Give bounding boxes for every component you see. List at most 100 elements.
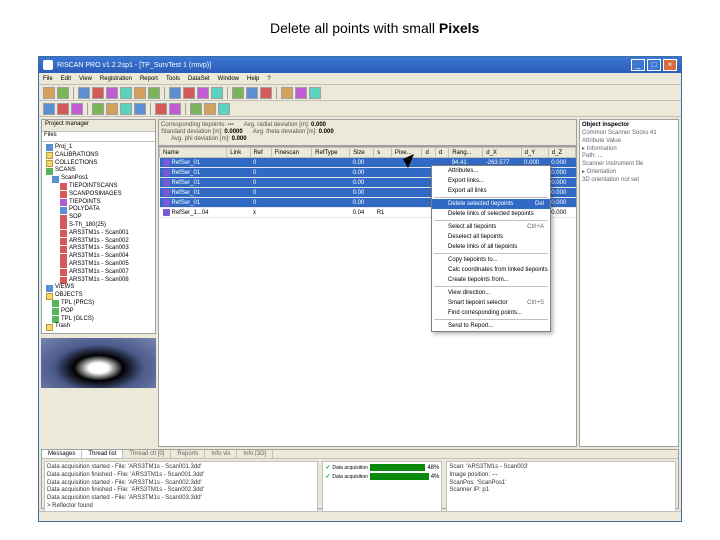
tool-icon[interactable] bbox=[260, 87, 272, 99]
tree-item[interactable]: ARS3TM1s - Scan007 bbox=[44, 269, 153, 277]
context-menu-item[interactable]: Copy tiepoints to... bbox=[432, 255, 550, 265]
tool-icon[interactable] bbox=[120, 87, 132, 99]
tiepoints-grid[interactable]: NameLinkRefFinescanRefTypeSizesPixe...dd… bbox=[158, 146, 577, 447]
tree-item[interactable]: Trash bbox=[44, 323, 153, 331]
tree-item[interactable]: ARS3TM1s - Scan003 bbox=[44, 245, 153, 253]
column-header[interactable]: Name bbox=[160, 148, 227, 158]
bottom-tab[interactable]: Messages bbox=[42, 450, 82, 458]
menu-item[interactable]: ? bbox=[267, 76, 270, 82]
tree-item[interactable]: ARS3TM1s - Scan004 bbox=[44, 253, 153, 261]
context-menu-item[interactable]: View direction... bbox=[432, 288, 550, 298]
tree-item[interactable]: ARS3TM1s - Scan005 bbox=[44, 261, 153, 269]
tree-item[interactable]: SOP bbox=[44, 214, 153, 222]
column-header[interactable]: Rang... bbox=[449, 148, 483, 158]
tree-item[interactable]: ScanPos1 bbox=[44, 175, 153, 183]
tree-item[interactable]: TPL (GLCS) bbox=[44, 316, 153, 324]
tree-item[interactable]: POP bbox=[44, 308, 153, 316]
tool-icon[interactable] bbox=[92, 87, 104, 99]
bottom-tab[interactable]: Thread ctl [0] bbox=[123, 450, 171, 458]
menu-item[interactable]: Window bbox=[218, 76, 239, 82]
tool-icon[interactable] bbox=[204, 103, 216, 115]
column-header[interactable]: Pixe... bbox=[391, 148, 422, 158]
tool-icon[interactable] bbox=[155, 103, 167, 115]
tool-icon[interactable] bbox=[106, 103, 118, 115]
tool-icon[interactable] bbox=[309, 87, 321, 99]
project-tree[interactable]: Proj_1CALIBRATIONSCOLLECTIONSSCANSScanPo… bbox=[42, 142, 155, 333]
context-menu-item[interactable]: Create tiepoints from... bbox=[432, 275, 550, 285]
tree-item[interactable]: SCANS bbox=[44, 167, 153, 175]
menu-item[interactable]: Help bbox=[247, 76, 259, 82]
tool-icon[interactable] bbox=[246, 87, 258, 99]
bottom-tab[interactable]: Info vis bbox=[205, 450, 237, 458]
tool-icon[interactable] bbox=[134, 103, 146, 115]
tool-icon[interactable] bbox=[57, 87, 69, 99]
tree-item[interactable]: Proj_1 bbox=[44, 144, 153, 152]
context-menu[interactable]: Attributes...Export links...Export all l… bbox=[431, 165, 551, 332]
close-button[interactable]: × bbox=[663, 59, 677, 71]
column-header[interactable]: d bbox=[435, 148, 448, 158]
tool-icon[interactable] bbox=[197, 87, 209, 99]
column-header[interactable]: d_Z bbox=[548, 148, 575, 158]
context-menu-item[interactable]: Attributes... bbox=[432, 166, 550, 176]
context-menu-item[interactable]: Select all tiepointsCtrl+A bbox=[432, 222, 550, 232]
tool-icon[interactable] bbox=[295, 87, 307, 99]
column-header[interactable]: d bbox=[422, 148, 435, 158]
bottom-tabs[interactable]: MessagesThread listThread ctl [0]Reports… bbox=[42, 450, 678, 459]
bottom-tab[interactable]: Info [3D] bbox=[237, 450, 273, 458]
context-menu-item[interactable]: Smart tiepoint selectorCtrl+S bbox=[432, 298, 550, 308]
context-menu-item[interactable]: Find corresponding points... bbox=[432, 308, 550, 318]
bottom-tab[interactable]: Reports bbox=[171, 450, 205, 458]
panel-tab[interactable]: Files bbox=[42, 132, 155, 142]
tool-icon[interactable] bbox=[218, 103, 230, 115]
tree-item[interactable]: TIEPOINTSCANS bbox=[44, 183, 153, 191]
maximize-button[interactable]: □ bbox=[647, 59, 661, 71]
tree-item[interactable]: ARS3TM1s - Scan002 bbox=[44, 238, 153, 246]
menu-item[interactable]: Edit bbox=[61, 76, 71, 82]
tool-icon[interactable] bbox=[183, 87, 195, 99]
bottom-tab[interactable]: Thread list bbox=[82, 450, 123, 458]
menu-item[interactable]: Tools bbox=[166, 76, 180, 82]
column-header[interactable]: Ref bbox=[250, 148, 271, 158]
tree-item[interactable]: OBJECTS bbox=[44, 292, 153, 300]
context-menu-item[interactable]: Calc coordinates from linked tiepoints bbox=[432, 265, 550, 275]
tree-item[interactable]: ARS3TM1s - Scan001 bbox=[44, 230, 153, 238]
context-menu-item[interactable]: Send to Report... bbox=[432, 321, 550, 331]
tree-item[interactable]: TPL (PRCS) bbox=[44, 300, 153, 308]
tool-icon[interactable] bbox=[148, 87, 160, 99]
tree-item[interactable]: S-Th_180(25) bbox=[44, 222, 153, 230]
menu-item[interactable]: DataSet bbox=[188, 76, 210, 82]
column-header[interactable]: RefType bbox=[312, 148, 350, 158]
tree-item[interactable]: CALIBRATIONS bbox=[44, 152, 153, 160]
tool-icon[interactable] bbox=[43, 103, 55, 115]
tool-icon[interactable] bbox=[43, 87, 55, 99]
tree-item[interactable]: TIEPOINTS bbox=[44, 199, 153, 207]
context-menu-item[interactable]: Delete links of selected tiepoints bbox=[432, 209, 550, 219]
tree-item[interactable]: VIEWS bbox=[44, 284, 153, 292]
tool-icon[interactable] bbox=[190, 103, 202, 115]
column-header[interactable]: s bbox=[374, 148, 392, 158]
column-header[interactable]: Finescan bbox=[271, 148, 312, 158]
tool-icon[interactable] bbox=[211, 87, 223, 99]
menu-item[interactable]: View bbox=[79, 76, 92, 82]
context-menu-item[interactable]: Export links... bbox=[432, 176, 550, 186]
tree-item[interactable]: SCANPOSIMAGES bbox=[44, 191, 153, 199]
tool-icon[interactable] bbox=[120, 103, 132, 115]
column-header[interactable]: d_Y bbox=[521, 148, 548, 158]
tool-icon[interactable] bbox=[134, 87, 146, 99]
context-menu-item[interactable]: Delete selected tiepointsDel bbox=[432, 199, 550, 209]
tree-item[interactable]: ARS3TM1s - Scan008 bbox=[44, 277, 153, 285]
context-menu-item[interactable]: Delete links of all tiepoints bbox=[432, 242, 550, 252]
menu-item[interactable]: Report bbox=[140, 76, 158, 82]
context-menu-item[interactable]: Export all links bbox=[432, 186, 550, 196]
menu-item[interactable]: Registration bbox=[100, 76, 132, 82]
menu-item[interactable]: File bbox=[43, 76, 53, 82]
tool-icon[interactable] bbox=[169, 87, 181, 99]
tool-icon[interactable] bbox=[281, 87, 293, 99]
tree-item[interactable]: COLLECTIONS bbox=[44, 160, 153, 168]
tool-icon[interactable] bbox=[57, 103, 69, 115]
minimize-button[interactable]: _ bbox=[631, 59, 645, 71]
tool-icon[interactable] bbox=[232, 87, 244, 99]
tool-icon[interactable] bbox=[92, 103, 104, 115]
context-menu-item[interactable]: Deselect all tiepoints bbox=[432, 232, 550, 242]
tool-icon[interactable] bbox=[78, 87, 90, 99]
